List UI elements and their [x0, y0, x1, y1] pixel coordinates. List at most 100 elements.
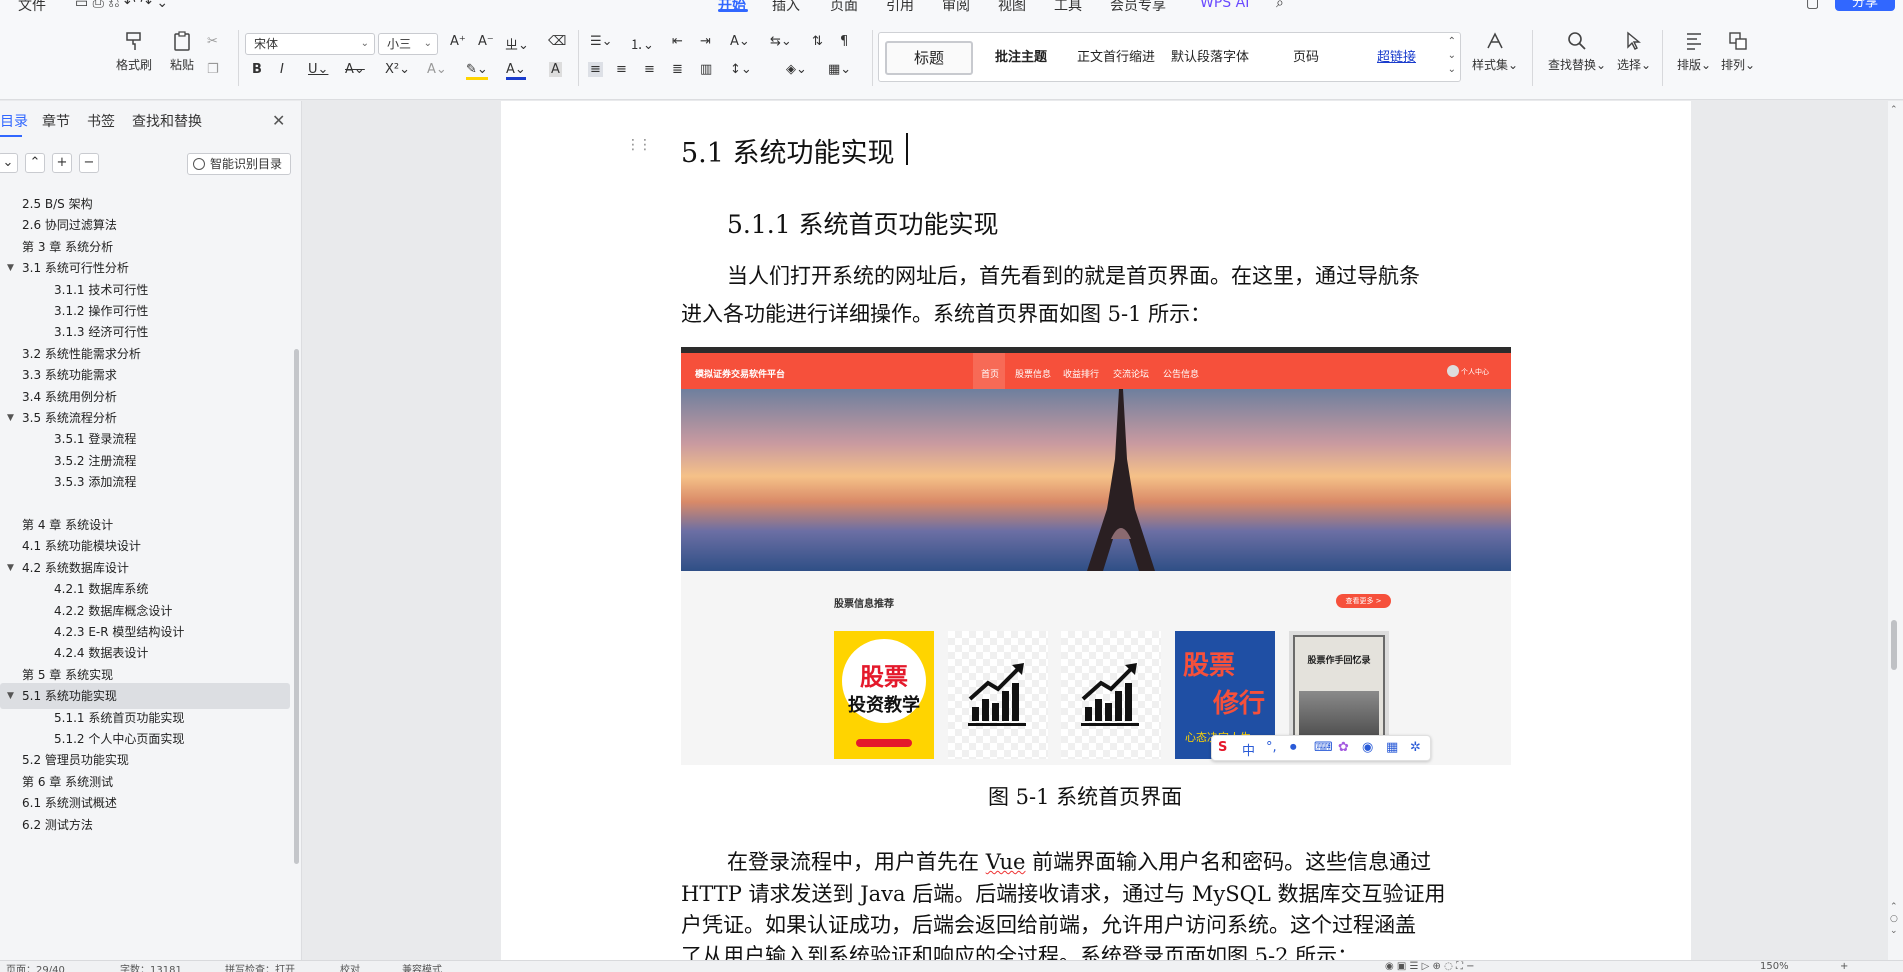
- spell-check-status[interactable]: 拼写检查：打开: [225, 961, 295, 972]
- zoom-in-icon[interactable]: +: [1840, 961, 1848, 972]
- tab-view[interactable]: 视图: [998, 0, 1026, 12]
- show-marks-icon[interactable]: ¶: [840, 34, 848, 49]
- document-scrollbar[interactable]: [1891, 620, 1897, 670]
- find-replace-button[interactable]: 查找替换⌄: [1544, 30, 1610, 73]
- line-spacing-icon[interactable]: ↕⌄: [730, 62, 752, 77]
- align-right-icon[interactable]: ≡: [644, 62, 655, 77]
- text-direction-icon[interactable]: A⌄: [730, 34, 750, 49]
- share-button[interactable]: 分享: [1835, 0, 1895, 11]
- paragraph-line[interactable]: 进入各功能进行详细操作。系统首页界面如图 5-1 所示：: [681, 298, 1211, 328]
- close-icon[interactable]: ✕: [272, 111, 285, 130]
- border-icon[interactable]: ▦⌄: [828, 62, 851, 77]
- text-effect-icon[interactable]: A⌄: [427, 62, 447, 77]
- toolbox-icon[interactable]: ▦: [1386, 740, 1398, 755]
- sogou-icon[interactable]: S: [1218, 740, 1227, 755]
- paragraph-line[interactable]: 当人们打开系统的网址后，首先看到的就是首页界面。在这里，通过导航条: [727, 260, 1420, 290]
- shrink-font-icon[interactable]: A⁻: [478, 34, 494, 49]
- paragraph-line[interactable]: 在登录流程中，用户首先在 Vue 前端界面输入用户名和密码。这些信息通过: [727, 846, 1431, 876]
- keyboard-icon[interactable]: ⌨: [1314, 740, 1333, 755]
- bullet-list-icon[interactable]: ☰⌄: [590, 34, 613, 49]
- heading-2[interactable]: 5.1.1 系统首页功能实现: [727, 205, 999, 241]
- word-count[interactable]: 字数：13181: [120, 961, 182, 972]
- skin-icon[interactable]: ✿: [1338, 740, 1349, 755]
- align-center-icon[interactable]: ≡: [616, 62, 627, 77]
- select-button[interactable]: 选择⌄: [1614, 30, 1654, 73]
- zoom-level[interactable]: 150%: [1760, 961, 1789, 972]
- paragraph-line[interactable]: HTTP 请求发送到 Java 后端。后端接收请求，通过与 MySQL 数据库交…: [681, 878, 1445, 908]
- tab-tools[interactable]: 工具: [1054, 0, 1082, 12]
- increase-indent-icon[interactable]: ⇥: [700, 34, 711, 49]
- shading-icon[interactable]: ◈⌄: [786, 62, 807, 77]
- tab-page[interactable]: 页面: [830, 0, 858, 12]
- figure-caption[interactable]: 图 5-1 系统首页界面: [988, 781, 1182, 811]
- italic-icon[interactable]: I: [280, 62, 284, 77]
- char-shading-icon[interactable]: A: [549, 62, 562, 77]
- strikethrough-icon[interactable]: A⌄: [345, 62, 365, 77]
- punctuation-icon[interactable]: °,: [1266, 740, 1277, 755]
- phonetic-icon[interactable]: ㄓ⌄: [505, 34, 529, 53]
- layout-button[interactable]: 排版⌄: [1674, 30, 1714, 73]
- format-painter-button[interactable]: 格式刷: [112, 30, 156, 73]
- paste-button[interactable]: 粘贴: [160, 30, 204, 73]
- nav-tab-bookmarks[interactable]: 书签: [87, 111, 115, 131]
- align-left-icon[interactable]: ≡: [588, 62, 603, 77]
- justify-icon[interactable]: ≣: [672, 62, 683, 77]
- ime-mode[interactable]: 中: [1242, 740, 1255, 759]
- style-default-font[interactable]: 默认段落字体: [1171, 41, 1249, 75]
- font-color-icon[interactable]: A⌄: [506, 62, 526, 80]
- nav-scrollbar[interactable]: [294, 349, 299, 864]
- underline-icon[interactable]: U⌄: [308, 62, 328, 77]
- arrange-button[interactable]: 排列⌄: [1718, 30, 1758, 73]
- gallery-scroll-icon[interactable]: ⌃ ⌄ ⌄: [1448, 35, 1456, 77]
- style-hyperlink[interactable]: 超链接: [1377, 41, 1416, 75]
- grow-font-icon[interactable]: A⁺: [450, 34, 466, 49]
- font-size-select[interactable]: 小三 ⌄: [378, 33, 438, 55]
- tab-member[interactable]: 会员专享: [1110, 0, 1166, 12]
- settings-icon[interactable]: ✲: [1410, 740, 1421, 755]
- nav-tab-sections[interactable]: 章节: [42, 111, 70, 131]
- nav-tab-find[interactable]: 查找和替换: [132, 111, 202, 131]
- sort-icon[interactable]: ⇅: [812, 34, 823, 49]
- style-body-indent[interactable]: 正文首行缩进: [1077, 41, 1155, 75]
- font-name-select[interactable]: 宋体 ⌄: [245, 33, 375, 55]
- copy-icon[interactable]: ❐: [207, 62, 219, 77]
- view-mode-icons[interactable]: ◉ ▣ ☰ ▷ ⊕ ◌ ⛶ −: [1385, 961, 1475, 972]
- smart-toc-button[interactable]: 智能识别目录: [187, 153, 291, 175]
- page-nav-icon[interactable]: ⌃ ○ ⌄: [1890, 901, 1898, 937]
- style-comment-subject[interactable]: 批注主题: [995, 41, 1047, 75]
- move-up-icon[interactable]: ⌃: [25, 153, 45, 173]
- add-heading-icon[interactable]: +: [52, 153, 72, 173]
- style-set-button[interactable]: 样式集⌄: [1470, 30, 1520, 73]
- heading-1[interactable]: 5.1 系统功能实现: [681, 131, 895, 170]
- distribute-icon[interactable]: ▥: [700, 62, 712, 77]
- line-break-icon[interactable]: ⇆⌄: [770, 34, 792, 49]
- document-page[interactable]: ⋮⋮ 5.1 系统功能实现 5.1.1 系统首页功能实现 当人们打开系统的网址后…: [501, 101, 1691, 960]
- microphone-icon[interactable]: ⏺: [1290, 740, 1297, 755]
- proofread-status[interactable]: 校对: [340, 961, 360, 972]
- style-heading[interactable]: 标题: [885, 41, 973, 75]
- nav-tab-toc[interactable]: 目录: [0, 111, 28, 131]
- paragraph-line[interactable]: 了从用户输入到系统验证和响应的全过程。系统登录页面如图 5-2 所示：: [681, 940, 1358, 960]
- window-icon[interactable]: ▢: [1806, 0, 1819, 11]
- scroll-up-icon[interactable]: ⌃: [1890, 105, 1898, 115]
- numbered-list-icon[interactable]: ⒈⌄: [630, 34, 654, 53]
- figure-screenshot[interactable]: 模拟证券交易软件平台 首页 股票信息 收益排行 交流论坛 公告信息 个人中心 股…: [681, 347, 1511, 765]
- spell-error-word[interactable]: Vue: [986, 850, 1026, 874]
- decrease-indent-icon[interactable]: ⇤: [672, 34, 683, 49]
- wps-ai-button[interactable]: WPS AI: [1200, 0, 1249, 11]
- superscript-icon[interactable]: X²⌄: [385, 62, 410, 77]
- collapse-dropdown-icon[interactable]: ⌄: [0, 153, 18, 173]
- style-page-number[interactable]: 页码: [1293, 41, 1319, 75]
- tab-review[interactable]: 审阅: [942, 0, 970, 12]
- remove-heading-icon[interactable]: −: [79, 153, 99, 173]
- cut-icon[interactable]: ✂: [207, 34, 218, 49]
- paragraph-line[interactable]: 户凭证。如果认证成功，后端会返回给前端，允许用户访问系统。这个过程涵盖: [681, 909, 1416, 939]
- ime-toolbar[interactable]: S 中 °, ⏺ ⌨ ✿ ◉ ▦ ✲: [1211, 735, 1431, 761]
- search-icon[interactable]: ⌕: [1276, 0, 1284, 11]
- game-icon[interactable]: ◉: [1362, 740, 1373, 755]
- tab-reference[interactable]: 引用: [886, 0, 914, 12]
- bold-icon[interactable]: B: [252, 62, 262, 77]
- drag-handle-icon[interactable]: ⋮⋮: [626, 137, 652, 153]
- highlight-icon[interactable]: ✎⌄: [466, 62, 488, 80]
- toc-item[interactable]: 6.2 测试方法: [0, 812, 290, 838]
